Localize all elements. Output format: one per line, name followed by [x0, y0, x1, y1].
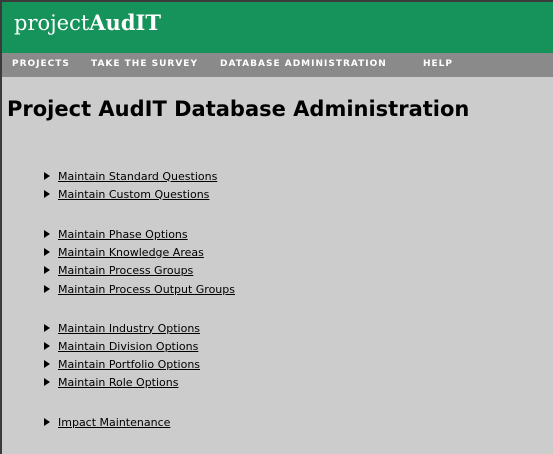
link-impact-maintenance: Impact Maintenance	[44, 414, 170, 430]
logo[interactable]: projectAudIT	[14, 10, 161, 36]
arrow-right-icon	[44, 248, 50, 256]
nav-projects[interactable]: PROJECTS	[12, 59, 70, 69]
arrow-right-icon	[44, 266, 50, 274]
link-maintain-process-output-groups: Maintain Process Output Groups	[44, 281, 235, 297]
link-maintain-standard-questions: Maintain Standard Questions	[44, 168, 217, 184]
maintain-portfolio-options-link[interactable]: Maintain Portfolio Options	[58, 358, 200, 371]
maintain-custom-questions-link[interactable]: Maintain Custom Questions	[58, 188, 209, 201]
link-maintain-custom-questions: Maintain Custom Questions	[44, 186, 209, 202]
nav-bar: PROJECTS TAKE THE SURVEY DATABASE ADMINI…	[2, 53, 553, 77]
nav-database-administration[interactable]: DATABASE ADMINISTRATION	[220, 59, 387, 69]
arrow-right-icon	[44, 324, 50, 332]
link-maintain-role-options: Maintain Role Options	[44, 374, 178, 390]
logo-prefix: project	[14, 11, 90, 35]
nav-take-the-survey[interactable]: TAKE THE SURVEY	[91, 59, 198, 69]
link-maintain-division-options: Maintain Division Options	[44, 338, 198, 354]
arrow-right-icon	[44, 190, 50, 198]
maintain-role-options-link[interactable]: Maintain Role Options	[58, 376, 178, 389]
maintain-division-options-link[interactable]: Maintain Division Options	[58, 340, 198, 353]
maintain-process-output-groups-link[interactable]: Maintain Process Output Groups	[58, 283, 235, 296]
arrow-right-icon	[44, 342, 50, 350]
arrow-right-icon	[44, 172, 50, 180]
maintain-process-groups-link[interactable]: Maintain Process Groups	[58, 264, 193, 277]
arrow-right-icon	[44, 418, 50, 426]
link-maintain-industry-options: Maintain Industry Options	[44, 320, 200, 336]
arrow-right-icon	[44, 230, 50, 238]
maintain-industry-options-link[interactable]: Maintain Industry Options	[58, 322, 200, 335]
link-maintain-process-groups: Maintain Process Groups	[44, 262, 193, 278]
page-title: Project AudIT Database Administration	[7, 97, 470, 121]
arrow-right-icon	[44, 360, 50, 368]
arrow-right-icon	[44, 285, 50, 293]
maintain-standard-questions-link[interactable]: Maintain Standard Questions	[58, 170, 217, 183]
impact-maintenance-link[interactable]: Impact Maintenance	[58, 416, 170, 429]
link-maintain-knowledge-areas: Maintain Knowledge Areas	[44, 244, 204, 260]
maintain-phase-options-link[interactable]: Maintain Phase Options	[58, 228, 188, 241]
link-maintain-portfolio-options: Maintain Portfolio Options	[44, 356, 200, 372]
logo-bold: AudIT	[89, 10, 161, 35]
arrow-right-icon	[44, 378, 50, 386]
link-maintain-phase-options: Maintain Phase Options	[44, 226, 188, 242]
nav-help[interactable]: HELP	[423, 59, 453, 69]
maintain-knowledge-areas-link[interactable]: Maintain Knowledge Areas	[58, 246, 204, 259]
header-banner: projectAudIT	[2, 2, 553, 53]
